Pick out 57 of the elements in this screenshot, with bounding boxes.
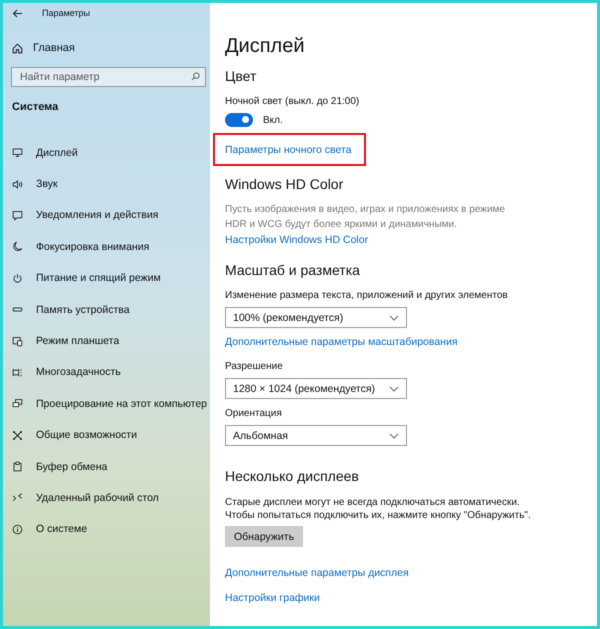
section-heading: Система xyxy=(12,101,60,115)
section-heading: Несколько дисплеев xyxy=(225,468,359,484)
sidebar-item[interactable]: Память устройства xyxy=(36,304,130,316)
dropdown[interactable]: 100% (рекомендуется) xyxy=(225,307,407,328)
chevron-down-icon xyxy=(389,314,399,320)
speech-bubble-icon xyxy=(12,210,23,221)
remote-icon xyxy=(12,492,23,504)
section-heading: Windows HD Color xyxy=(225,176,344,192)
section-heading: Цвет xyxy=(225,68,256,84)
section-heading: Масштаб и разметка xyxy=(225,262,360,278)
detect-button[interactable]: Обнаружить xyxy=(225,526,304,547)
dropdown[interactable]: Альбомная xyxy=(225,425,407,446)
toggle-label: Вкл. xyxy=(263,114,283,126)
clipboard-icon xyxy=(12,461,23,472)
sidebar-item[interactable]: Уведомления и действия xyxy=(36,209,158,222)
monitor-icon xyxy=(12,147,23,158)
hd-color-link[interactable]: Настройки Windows HD Color xyxy=(225,234,368,246)
sidebar-item[interactable]: Фокусировка внимания xyxy=(36,240,150,253)
tablet-icon xyxy=(12,336,23,347)
home-link[interactable]: Главная xyxy=(33,42,75,54)
night-light-link[interactable]: Параметры ночного света xyxy=(225,144,352,156)
accessibility-icon xyxy=(12,430,23,441)
multitask-icon xyxy=(12,366,23,378)
window-title: Параметры xyxy=(42,8,90,18)
chevron-down-icon xyxy=(389,386,399,392)
back-arrow-icon[interactable] xyxy=(12,8,22,18)
sidebar-item[interactable]: Буфер обмена xyxy=(36,460,108,473)
sidebar-item[interactable]: Звук xyxy=(36,178,58,190)
toggle-switch[interactable] xyxy=(225,113,253,127)
chevron-down-icon xyxy=(389,432,399,438)
sidebar-item[interactable]: Общие возможности xyxy=(36,429,137,442)
sidebar-item[interactable]: Проецирование на этот компьютер xyxy=(36,398,207,410)
home-icon[interactable] xyxy=(12,42,23,54)
description: Пусть изображения в видео, играх и приложениях в режиме HDR и WCG будут более яркими и динамичными. xyxy=(225,203,506,232)
sidebar-item[interactable]: Режим планшета xyxy=(36,335,120,348)
search-field[interactable]: Найти параметр xyxy=(11,67,206,87)
sidebar-item[interactable]: Питание и спящий режим xyxy=(36,272,161,284)
info-icon xyxy=(12,524,23,535)
setting-label: Изменение размера текста, приложений и других элементов xyxy=(225,290,508,301)
sidebar-item[interactable]: Удаленный рабочий стол xyxy=(36,492,159,504)
search-icon xyxy=(191,72,200,81)
power-icon xyxy=(12,272,23,284)
projection-icon xyxy=(12,398,23,410)
settings-link[interactable]: Дополнительные параметры дисплея xyxy=(225,567,409,579)
dropdown[interactable]: 1280 × 1024 (рекомендуется) xyxy=(225,378,407,399)
setting-label: Разрешение xyxy=(225,361,283,372)
page-title: Дисплей xyxy=(225,35,305,59)
setting-label: Ночной свет (выкл. до 21:00) xyxy=(225,96,360,107)
sidebar-item[interactable]: О системе xyxy=(36,523,88,536)
scaling-link[interactable]: Дополнительные параметры масштабирования xyxy=(225,336,458,348)
sidebar-item[interactable]: Многозадачность xyxy=(36,366,121,378)
speaker-icon xyxy=(12,178,23,190)
description: Старые дисплеи могут не всегда подключаться автоматически. Чтобы попытаться подключить их, нажмите кнопку "Обнаружить". xyxy=(225,496,532,522)
sidebar-item[interactable]: Дисплей xyxy=(36,146,78,159)
moon-icon xyxy=(12,241,23,252)
setting-label: Ориентация xyxy=(225,408,282,419)
settings-link[interactable]: Настройки графики xyxy=(225,592,320,604)
